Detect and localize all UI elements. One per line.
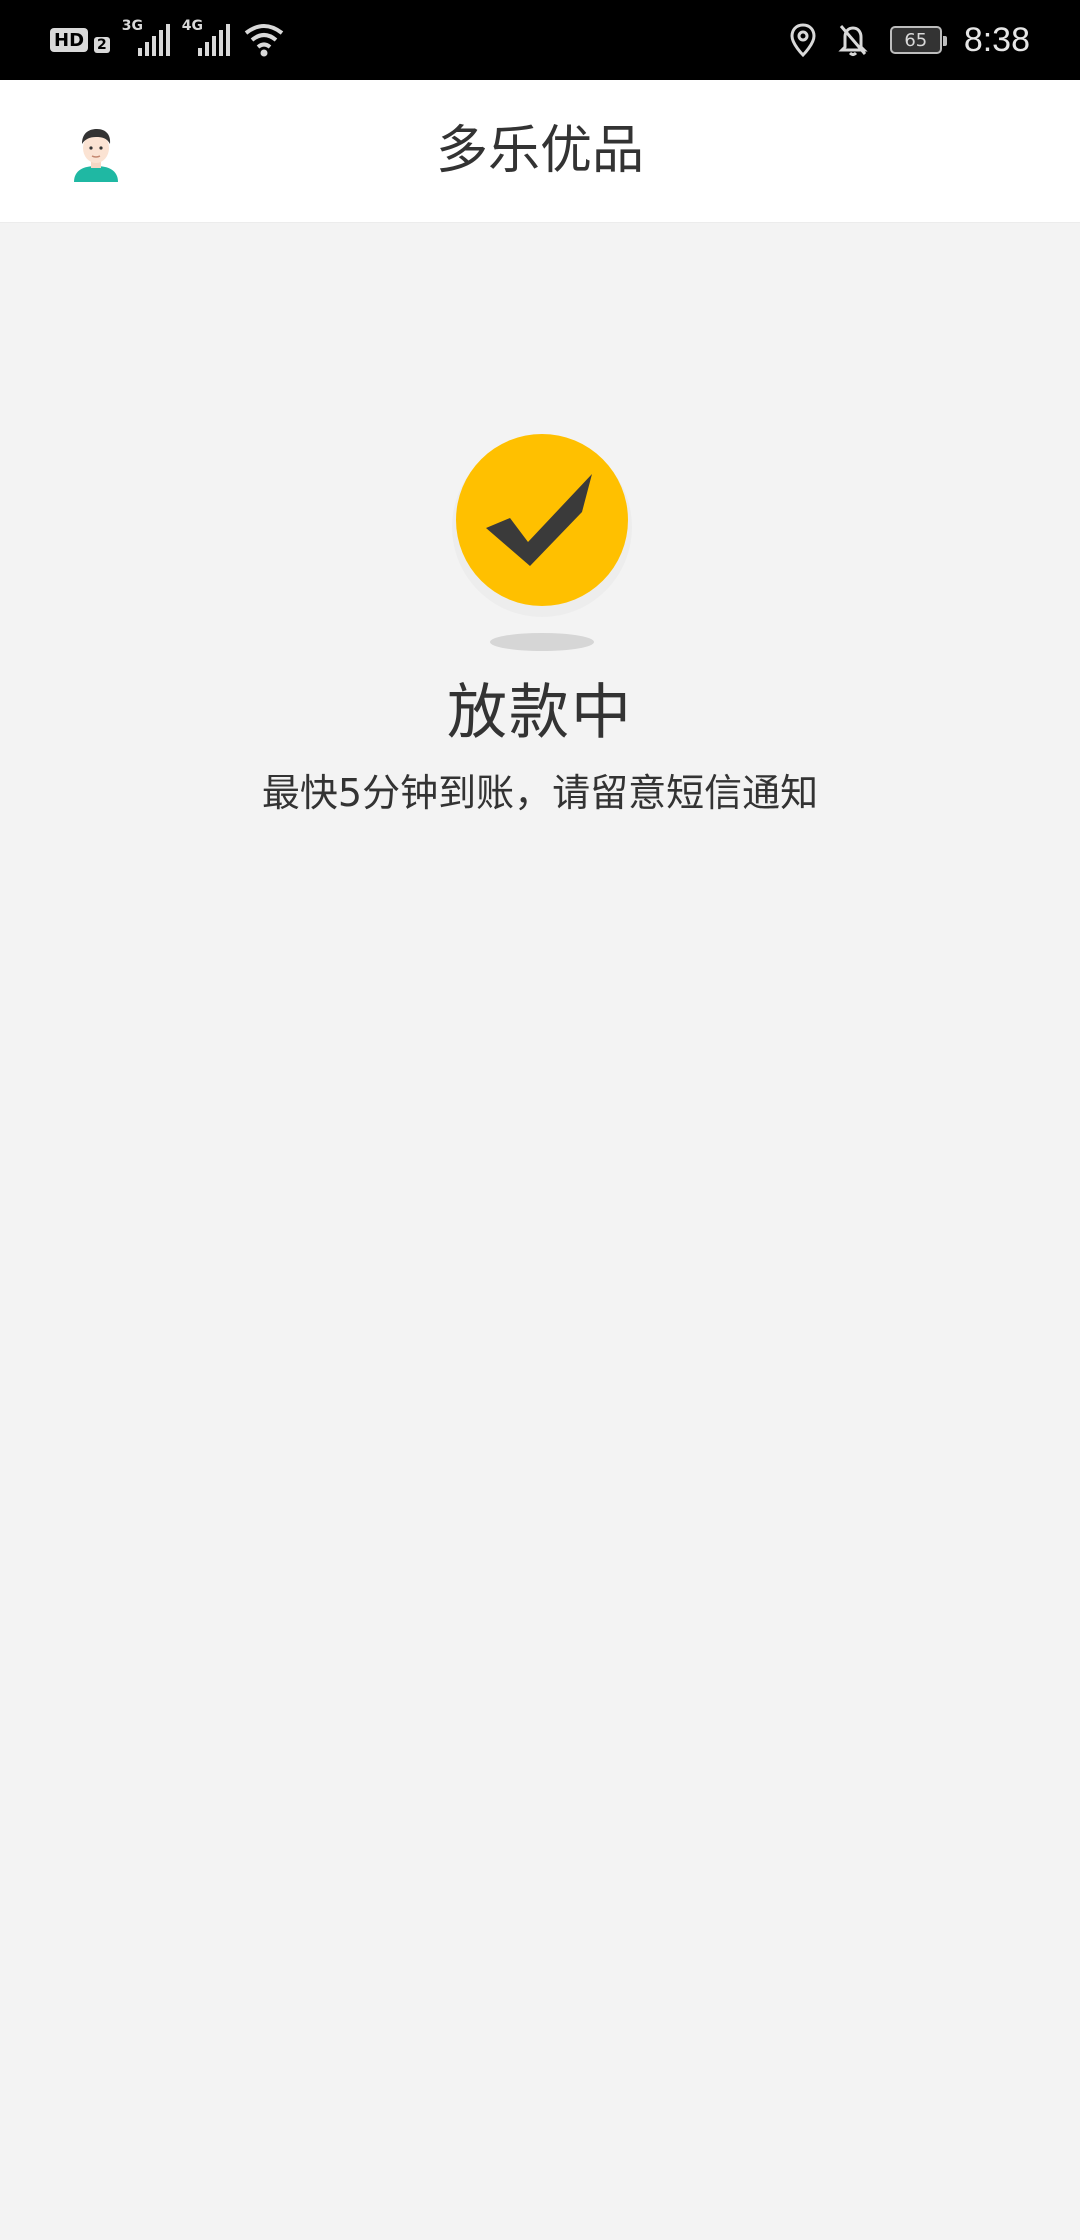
signal-icon: 4G — [182, 18, 230, 56]
status-bar-left: HD 2 3G 4G — [50, 18, 284, 60]
status-bar-right: 65 8:38 — [790, 14, 1030, 66]
battery-icon: 65 — [889, 26, 947, 54]
app-header: 多乐优品 — [0, 80, 1080, 223]
status-title: 放款中 — [447, 678, 633, 748]
location-icon — [790, 23, 816, 57]
status-subtitle: 最快5分钟到账，请留意短信通知 — [261, 771, 819, 815]
hd-icon: HD — [50, 28, 89, 52]
bell-off-icon — [838, 25, 868, 56]
check-circle-icon — [452, 434, 632, 651]
page-title: 多乐优品 — [435, 121, 644, 181]
status-bar: HD 2 3G 4G 65 8:38 — [0, 0, 1080, 80]
battery-level: 65 — [904, 29, 928, 51]
signal-icon: 3G — [122, 18, 170, 56]
clock: 8:38 — [963, 20, 1030, 59]
wifi-icon — [244, 24, 283, 57]
sim-indicator: 2 — [94, 37, 110, 53]
network-type-label: 3G — [121, 18, 143, 34]
network-type-label: 4G — [181, 18, 203, 34]
